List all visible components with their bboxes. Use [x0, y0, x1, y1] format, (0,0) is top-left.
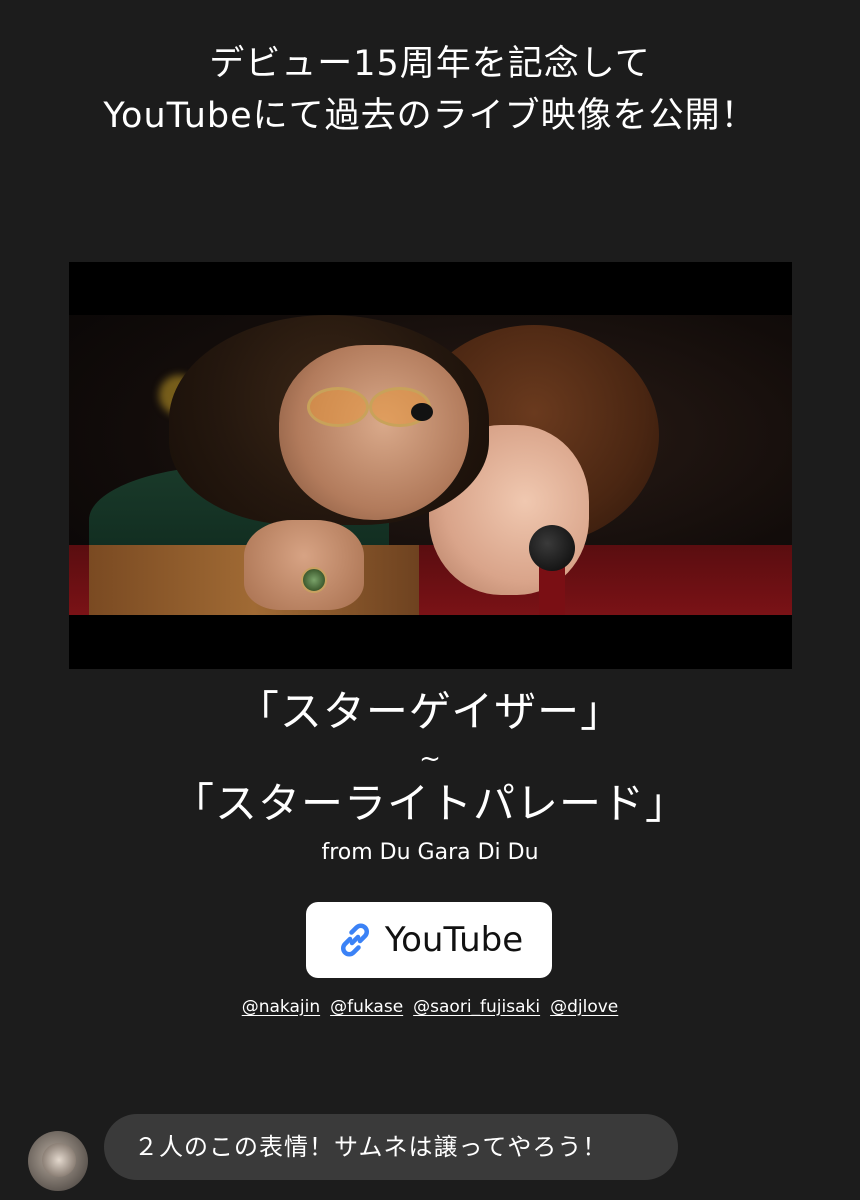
story-headline: デビュー15周年を記念して YouTubeにて過去のライブ映像を公開！	[0, 38, 860, 142]
song-title-2: 「スターライトパレード」	[171, 779, 688, 828]
hand-on-shoulder	[244, 520, 364, 610]
song-title-1: 「スターゲイザー」	[236, 687, 624, 736]
mention-saori-fujisaki[interactable]: @saori_fujisaki	[413, 995, 540, 1019]
link-icon	[340, 923, 369, 957]
mention-list: @nakajin @fukase @saori_fujisaki @djlove	[0, 995, 860, 1019]
headset-mic-icon	[411, 403, 433, 421]
microphone-icon	[529, 525, 575, 571]
song-separator: ~	[419, 744, 441, 774]
song-list: 「スターゲイザー」 ~ 「スターライトパレード」 from Du Gara Di…	[0, 684, 860, 868]
reply-bubble: ２人のこの表情！サムネは譲ってやろう！	[104, 1114, 678, 1180]
mention-nakajin[interactable]: @nakajin	[242, 995, 320, 1019]
story-page: デビュー15周年を記念して YouTubeにて過去のライブ映像を公開！ 「スター…	[0, 0, 860, 1200]
youtube-link-sticker[interactable]: YouTube	[306, 902, 552, 978]
headline-line-2: YouTubeにて過去のライブ映像を公開！	[103, 96, 757, 136]
video-thumbnail[interactable]	[69, 262, 792, 669]
headline-line-1: デビュー15周年を記念して	[209, 44, 651, 84]
mention-djlove[interactable]: @djlove	[550, 995, 618, 1019]
mention-fukase[interactable]: @fukase	[330, 995, 403, 1019]
avatar[interactable]	[28, 1131, 88, 1191]
link-label: YouTube	[384, 920, 524, 960]
ring-icon	[301, 567, 327, 593]
reply-text: ２人のこの表情！サムネは譲ってやろう！	[134, 1133, 608, 1161]
glasses-left-lens	[307, 387, 369, 427]
singer-left-face	[279, 345, 469, 520]
concert-photo	[69, 315, 792, 615]
album-source: from Du Gara Di Du	[321, 840, 539, 865]
